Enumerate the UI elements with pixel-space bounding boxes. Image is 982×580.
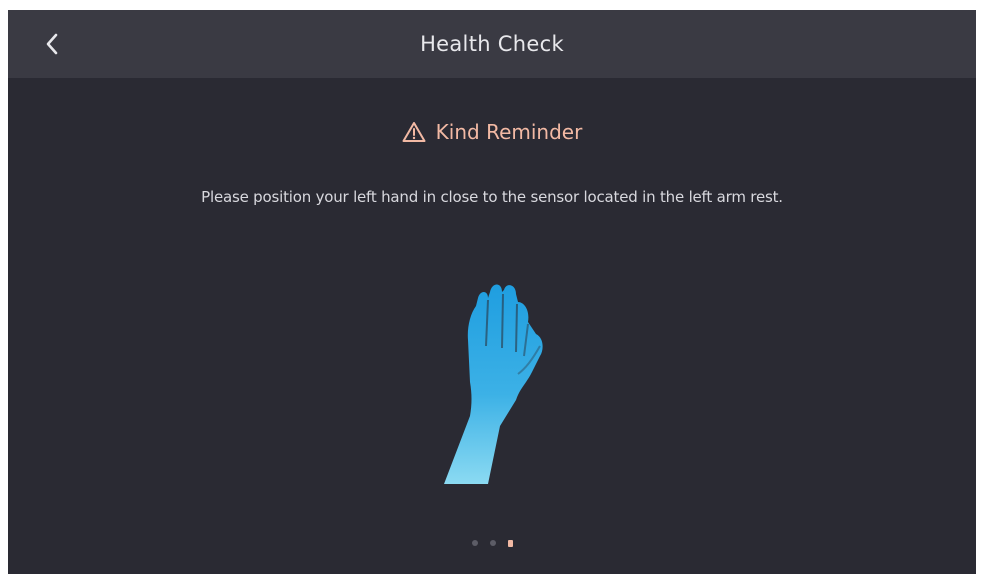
- chevron-left-icon: [46, 33, 58, 55]
- kind-reminder: Kind Reminder: [8, 120, 976, 144]
- page-title: Health Check: [420, 32, 564, 56]
- instruction-text: Please position your left hand in close …: [201, 188, 783, 206]
- back-button[interactable]: [38, 30, 66, 58]
- health-check-screen: Health Check Kind Reminder Please positi…: [8, 10, 976, 574]
- reminder-title: Kind Reminder: [435, 120, 583, 144]
- page-dot-2[interactable]: [489, 540, 496, 546]
- hand-icon: [444, 284, 543, 484]
- warning-triangle-icon: [402, 122, 426, 142]
- page-dot-3-active[interactable]: [507, 540, 513, 547]
- page-indicator: [8, 540, 976, 547]
- header-bar: Health Check: [8, 10, 976, 78]
- page-dot-1[interactable]: [471, 540, 478, 546]
